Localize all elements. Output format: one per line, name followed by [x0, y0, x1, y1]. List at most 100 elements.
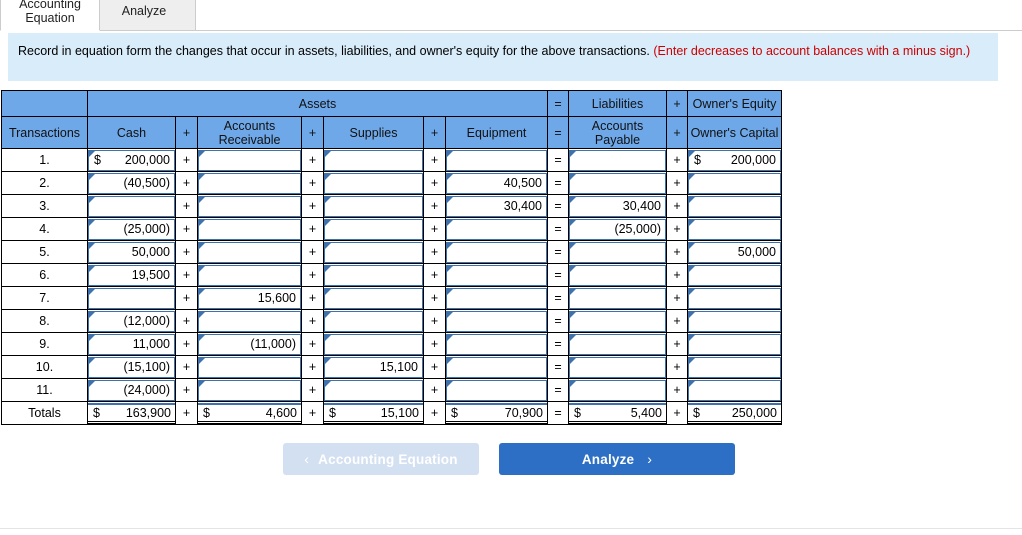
instruction-main-text: Record in equation form the changes that… — [18, 44, 650, 58]
owners-capital-input-10[interactable] — [688, 356, 781, 378]
owners-capital-input-9[interactable] — [688, 333, 781, 355]
owners-capital-input-1[interactable]: $200,000 — [688, 149, 781, 171]
accounts-payable-input-9[interactable] — [569, 333, 666, 355]
tab-bar: Accounting Equation Analyze — [0, 0, 1022, 31]
accounts-payable-input-10[interactable] — [569, 356, 666, 378]
tab-accounting-equation[interactable]: Accounting Equation — [0, 0, 100, 31]
cash-input-8[interactable]: (12,000) — [88, 310, 175, 332]
cash-input-3[interactable] — [88, 195, 175, 217]
owners-capital-input-2[interactable] — [688, 172, 781, 194]
accounts-payable-input-2[interactable] — [569, 172, 666, 194]
accounts-receivable-input-2[interactable] — [198, 172, 301, 194]
cash-input-2[interactable]: (40,500) — [88, 172, 175, 194]
operator-equals: = — [547, 217, 569, 241]
cash-input-6[interactable]: 19,500 — [88, 264, 175, 286]
header-op-plus-3: + — [423, 116, 446, 149]
transaction-number: 7. — [1, 286, 88, 310]
cash-input-1[interactable]: $200,000 — [88, 149, 175, 171]
equipment-input-6[interactable] — [446, 264, 547, 286]
cash-input-4[interactable]: (25,000) — [88, 218, 175, 240]
owners-capital-input-8[interactable] — [688, 310, 781, 332]
owners-capital-cell — [687, 263, 782, 287]
equipment-input-4[interactable] — [446, 218, 547, 240]
owners-capital-input-6[interactable] — [688, 264, 781, 286]
owners-capital-cell: $200,000 — [687, 148, 782, 172]
equipment-input-11[interactable] — [446, 379, 547, 401]
owners-capital-value: 200,000 — [730, 153, 776, 167]
owners-capital-input-4[interactable] — [688, 218, 781, 240]
equipment-input-9[interactable] — [446, 333, 547, 355]
accounts-receivable-input-5[interactable] — [198, 241, 301, 263]
equipment-input-8[interactable] — [446, 310, 547, 332]
accounts-payable-input-7[interactable] — [569, 287, 666, 309]
accounts-receivable-input-9[interactable]: (11,000) — [198, 333, 301, 355]
tab-analyze[interactable]: Analyze — [92, 0, 196, 31]
supplies-input-5[interactable] — [324, 241, 423, 263]
equipment-input-3[interactable]: 30,400 — [446, 195, 547, 217]
accounts-payable-input-3[interactable]: 30,400 — [569, 195, 666, 217]
equipment-input-5[interactable] — [446, 241, 547, 263]
owners-capital-cell — [687, 194, 782, 218]
owners-capital-input-11[interactable] — [688, 379, 781, 401]
cash-input-10[interactable]: (15,100) — [88, 356, 175, 378]
equipment-value: 40,500 — [503, 176, 542, 190]
cash-input-11[interactable]: (24,000) — [88, 379, 175, 401]
accounts-receivable-cell — [197, 378, 302, 402]
total-accounts-receivable-value-box: $4,600 — [198, 402, 301, 424]
operator-plus: + — [175, 240, 198, 264]
accounts-receivable-input-4[interactable] — [198, 218, 301, 240]
header-op-plus-5: + — [666, 116, 688, 149]
cash-input-9[interactable]: 11,000 — [88, 333, 175, 355]
cash-value: (12,000) — [123, 314, 170, 328]
owners-capital-input-5[interactable]: 50,000 — [688, 241, 781, 263]
accounts-receivable-input-11[interactable] — [198, 379, 301, 401]
cash-input-5[interactable]: 50,000 — [88, 241, 175, 263]
supplies-input-10[interactable]: 15,100 — [324, 356, 423, 378]
cash-cell — [87, 194, 176, 218]
accounts-receivable-value: (11,000) — [250, 337, 296, 351]
operator-equals: = — [547, 171, 569, 195]
supplies-input-1[interactable] — [324, 149, 423, 171]
operator-plus: + — [423, 194, 446, 218]
operator-plus: + — [423, 240, 446, 264]
header-owners-capital: Owner's Capital — [687, 116, 782, 149]
equipment-input-7[interactable] — [446, 287, 547, 309]
accounts-receivable-input-7[interactable]: 15,600 — [198, 287, 301, 309]
owners-capital-input-7[interactable] — [688, 287, 781, 309]
supplies-input-2[interactable] — [324, 172, 423, 194]
accounts-payable-input-11[interactable] — [569, 379, 666, 401]
cash-input-7[interactable] — [88, 287, 175, 309]
supplies-input-9[interactable] — [324, 333, 423, 355]
accounts-payable-cell — [568, 240, 667, 264]
header-equipment: Equipment — [445, 116, 548, 149]
supplies-input-3[interactable] — [324, 195, 423, 217]
accounts-receivable-cell — [197, 309, 302, 333]
equipment-input-1[interactable] — [446, 149, 547, 171]
operator-equals: = — [547, 401, 569, 425]
equipment-input-2[interactable]: 40,500 — [446, 172, 547, 194]
accounts-receivable-input-1[interactable] — [198, 149, 301, 171]
accounts-payable-input-1[interactable] — [569, 149, 666, 171]
owners-capital-input-3[interactable] — [688, 195, 781, 217]
supplies-input-6[interactable] — [324, 264, 423, 286]
supplies-input-8[interactable] — [324, 310, 423, 332]
accounts-payable-input-5[interactable] — [569, 241, 666, 263]
accounts-payable-input-4[interactable]: (25,000) — [569, 218, 666, 240]
owners-capital-cell — [687, 217, 782, 241]
supplies-input-4[interactable] — [324, 218, 423, 240]
accounts-receivable-cell — [197, 194, 302, 218]
accounts-receivable-input-10[interactable] — [198, 356, 301, 378]
supplies-input-11[interactable] — [324, 379, 423, 401]
analyze-next-button[interactable]: Analyze › — [499, 443, 735, 475]
accounts-payable-input-6[interactable] — [569, 264, 666, 286]
accounts-receivable-input-8[interactable] — [198, 310, 301, 332]
equipment-value: 30,400 — [503, 199, 542, 213]
accounts-receivable-input-3[interactable] — [198, 195, 301, 217]
previous-accounting-equation-button[interactable]: ‹ Accounting Equation — [283, 443, 479, 475]
supplies-input-7[interactable] — [324, 287, 423, 309]
accounts-payable-input-8[interactable] — [569, 310, 666, 332]
equipment-input-10[interactable] — [446, 356, 547, 378]
totals-row: Totals $163,900 + $4,600 + $15,100 + $70,900 = $5… — [1, 401, 782, 425]
footer-divider — [0, 528, 1022, 529]
accounts-receivable-input-6[interactable] — [198, 264, 301, 286]
